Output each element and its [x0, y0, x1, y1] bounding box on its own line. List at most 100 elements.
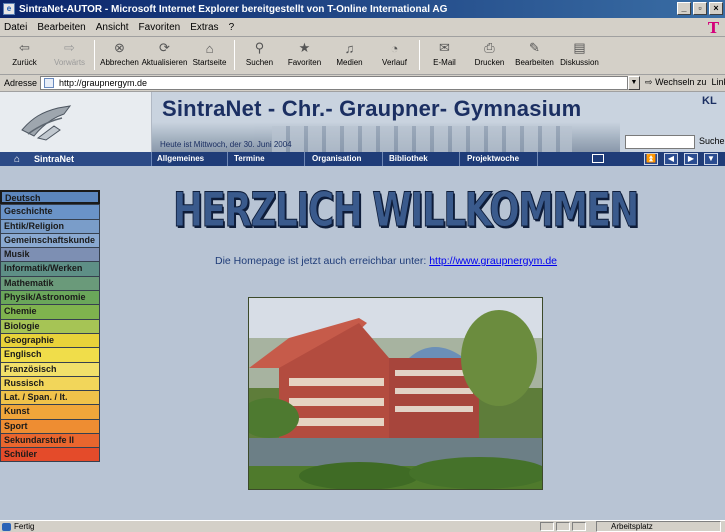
sidebar-item[interactable]: Ehtik/Religion [0, 218, 100, 233]
home-icon: ⌂ [13, 153, 21, 165]
sidebar-item[interactable]: Physik/Astronomie [0, 290, 100, 305]
toolbar-history-button[interactable]: ◔ Verlauf [372, 37, 417, 73]
forward-arrow-icon: ⇨ [64, 40, 75, 55]
prev-arrow-icon[interactable]: ◀ [664, 153, 678, 165]
go-button[interactable]: ⇨ Wechseln zu Links [645, 77, 725, 88]
t-online-logo: T [707, 19, 719, 37]
sculpture-logo-icon [21, 105, 72, 141]
toolbar-print-button[interactable]: ⎙ Drucken [467, 37, 512, 73]
toolbar: ⇦ Zurück ⇨ Vorwärts ⊗ Abbrechen ⟳ Aktualisieren… [0, 37, 725, 75]
sidebar-item[interactable]: Sekundarstufe II [0, 433, 100, 448]
site-search-input[interactable] [625, 135, 695, 149]
address-input[interactable]: http://graupnergym.de [40, 76, 628, 90]
mail-icon: ✉ [439, 40, 450, 55]
sidebar-item[interactable]: Lat. / Span. / It. [0, 390, 100, 405]
home-icon: ⌂ [205, 40, 214, 56]
homepage-text: Die Homepage ist jetzt auch erreichbar u… [215, 255, 430, 267]
page-viewport: SintraNet - Chr.- Graupner- Gymnasium He… [0, 92, 725, 520]
top-arrow-icon[interactable]: ⏫ [644, 153, 658, 165]
menu-ansicht[interactable]: Ansicht [96, 22, 129, 33]
menu-datei[interactable]: Datei [4, 22, 27, 33]
toolbar-label: Aktualisieren [141, 58, 188, 67]
sidebar-item[interactable]: Französisch [0, 361, 100, 376]
toolbar-label: Drucken [474, 58, 505, 67]
sidebar-item[interactable]: Geschichte [0, 204, 100, 219]
menu-extras[interactable]: Extras [190, 22, 218, 33]
sidebar-item[interactable]: Gemeinschaftskunde [0, 232, 100, 248]
toolbar-label: Suchen [245, 58, 274, 67]
sidebar-item[interactable]: Sport [0, 418, 100, 434]
sidebar-item[interactable]: Geographie [0, 332, 100, 348]
menu-favoriten[interactable]: Favoriten [139, 22, 181, 33]
media-icon: ♫ [344, 40, 355, 56]
sidebar-item[interactable]: Englisch [0, 347, 100, 362]
down-arrow-icon[interactable]: ▼ [704, 153, 718, 165]
menu-bearbeiten[interactable]: Bearbeiten [37, 22, 85, 33]
sidebar-item[interactable]: Russisch [0, 375, 100, 391]
nav-home-label: SintraNet [34, 154, 75, 164]
sidebar-item[interactable]: Kunst [0, 404, 100, 419]
tab-organisation[interactable]: Organisation [308, 152, 383, 166]
tab-bibliothek[interactable]: Bibliothek [385, 152, 460, 166]
toolbar-separator [419, 40, 420, 70]
window-titlebar: e SintraNet-AUTOR - Microsoft Internet E… [0, 0, 725, 18]
sidebar-item[interactable]: Informatik/Werken [0, 261, 100, 276]
toolbar-search-button[interactable]: ⚲ Suchen [237, 37, 282, 73]
page-icon [44, 78, 54, 88]
toolbar-refresh-button[interactable]: ⟳ Aktualisieren [141, 37, 188, 73]
address-dropdown-icon[interactable]: ▼ [628, 76, 640, 90]
close-button[interactable]: × [709, 2, 723, 15]
sidebar-item[interactable]: Mathematik [0, 275, 100, 291]
site-search-button[interactable]: Suche [699, 136, 725, 146]
stop-icon: ⊗ [114, 40, 125, 55]
school-logo[interactable] [0, 92, 152, 152]
toolbar-label: Medien [336, 58, 363, 67]
homepage-notice: Die Homepage ist jetzt auch erreichbar u… [215, 255, 557, 267]
toolbar-media-button[interactable]: ♫ Medien [327, 37, 372, 73]
toolbar-discuss-button[interactable]: ▤ Diskussion [557, 37, 602, 73]
next-arrow-icon[interactable]: ▶ [684, 153, 698, 165]
date-line: Heute ist Mittwoch, der 30. Juni 2004 [160, 140, 292, 149]
search-icon: ⚲ [254, 40, 265, 55]
history-icon: ◔ [390, 40, 399, 56]
refresh-icon: ⟳ [159, 40, 170, 55]
nav-home[interactable]: ⌂ SintraNet [0, 152, 152, 166]
toolbar-edit-button[interactable]: ✎ Bearbeiten [512, 37, 557, 73]
toolbar-forward-arrow-button[interactable]: ⇨ Vorwärts [47, 37, 92, 73]
toolbar-label: Bearbeiten [515, 58, 554, 67]
mail-icon[interactable] [592, 154, 604, 163]
toolbar-label: Zurück [12, 58, 37, 67]
subject-sidebar: Deutsch Geschichte Ehtik/Religion Gemeinsch… [0, 190, 100, 462]
status-text: Fertig [0, 522, 34, 531]
sidebar-item[interactable]: Musik [0, 247, 100, 262]
toolbar-label: Vorwärts [53, 58, 86, 67]
sidebar-item[interactable]: Chemie [0, 304, 100, 319]
menu-bar: Datei Bearbeiten Ansicht Favoriten Extra… [0, 18, 725, 37]
toolbar-label: E-Mail [433, 58, 456, 67]
toolbar-home-button[interactable]: ⌂ Startseite [187, 37, 232, 73]
menu-help[interactable]: ? [229, 22, 235, 33]
tab-allgemeines[interactable]: Allgemeines [153, 152, 228, 166]
homepage-link[interactable]: http://www.graupnergym.de [429, 255, 557, 267]
sidebar-item[interactable]: Schüler [0, 447, 100, 462]
welcome-heading: HERZLICH WILLKOMMEN [173, 181, 640, 238]
toolbar-mail-button[interactable]: ✉ E-Mail [422, 37, 467, 73]
toolbar-back-arrow-button[interactable]: ⇦ Zurück [2, 37, 47, 73]
links-button[interactable]: Links [711, 77, 725, 87]
minimize-button[interactable]: _ [677, 2, 691, 15]
ie-app-icon: e [3, 3, 15, 15]
sidebar-item[interactable]: Biologie [0, 318, 100, 333]
maximize-button[interactable]: ▫ [693, 2, 707, 15]
security-zone: Arbeitsplatz [596, 521, 721, 532]
toolbar-label: Favoriten [287, 58, 322, 67]
tab-projektwoche[interactable]: Projektwoche [463, 152, 538, 166]
toolbar-stop-button[interactable]: ⊗ Abbrechen [97, 37, 142, 73]
sidebar-item[interactable]: Deutsch [0, 190, 100, 205]
address-label: Adresse [4, 78, 38, 88]
site-title: SintraNet - Chr.- Graupner- Gymnasium [162, 96, 582, 121]
tab-termine[interactable]: Termine [230, 152, 305, 166]
toolbar-favorites-button[interactable]: ★ Favoriten [282, 37, 327, 73]
site-nav: ⌂ SintraNet Allgemeines Termine Organisa… [0, 152, 725, 166]
discuss-icon: ▤ [573, 40, 586, 55]
site-header: SintraNet - Chr.- Graupner- Gymnasium He… [0, 92, 725, 152]
